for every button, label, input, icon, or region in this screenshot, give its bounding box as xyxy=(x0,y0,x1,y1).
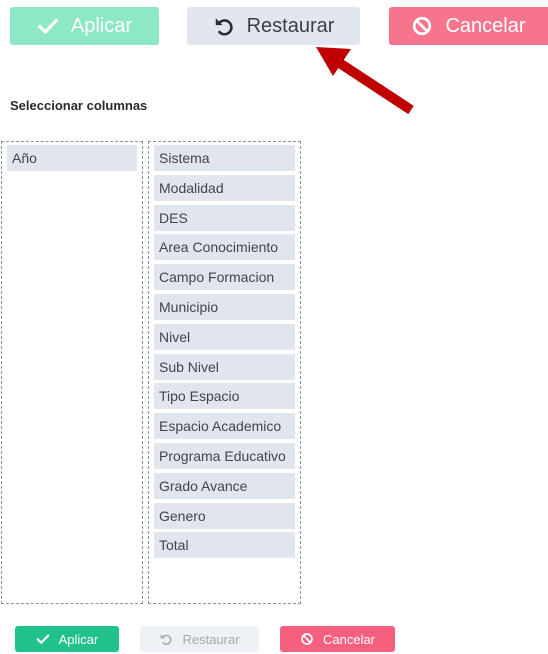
undo-icon xyxy=(159,632,173,646)
column-item[interactable]: Sistema xyxy=(153,144,296,172)
column-item[interactable]: Año xyxy=(6,144,138,172)
selected-columns-list[interactable]: Año xyxy=(1,141,143,604)
column-item[interactable]: Espacio Academico xyxy=(153,412,296,441)
restore-button[interactable]: Restaurar xyxy=(187,7,360,45)
cancel-button[interactable]: Cancelar xyxy=(389,7,548,45)
apply-button-label: Aplicar xyxy=(70,14,133,37)
column-item[interactable]: Municipio xyxy=(153,292,296,321)
apply-button[interactable]: Aplicar xyxy=(10,7,159,45)
column-item[interactable]: Programa Educativo xyxy=(153,441,296,470)
restore-button-label: Restaurar xyxy=(246,14,335,37)
column-item[interactable]: Grado Avance xyxy=(153,471,296,500)
column-item[interactable]: Area Conocimiento xyxy=(153,233,296,262)
ban-icon xyxy=(411,15,433,37)
cancel-button-label: Cancelar xyxy=(445,14,526,37)
check-icon xyxy=(37,15,59,37)
bottom-apply-button[interactable]: Aplicar xyxy=(15,626,119,652)
bottom-apply-label: Aplicar xyxy=(58,631,99,647)
available-columns-list[interactable]: Sistema Modalidad DES Area Conocimiento Camp… xyxy=(148,141,301,604)
bottom-cancel-button[interactable]: Cancelar xyxy=(280,626,395,652)
check-icon xyxy=(36,632,50,646)
column-item[interactable]: Campo Formacion xyxy=(153,263,296,292)
bottom-cancel-label: Cancelar xyxy=(322,631,376,647)
bottom-restore-button[interactable]: Restaurar xyxy=(140,626,259,652)
column-item[interactable]: Total xyxy=(153,531,296,560)
column-item[interactable]: Nivel xyxy=(153,322,296,351)
column-item[interactable]: Genero xyxy=(153,501,296,530)
column-item[interactable]: Sub Nivel xyxy=(153,352,296,381)
section-heading: Seleccionar columnas xyxy=(10,98,148,113)
column-item[interactable]: DES xyxy=(153,203,296,232)
column-item[interactable]: Modalidad xyxy=(153,173,296,202)
bottom-restore-label: Restaurar xyxy=(182,631,240,647)
undo-icon xyxy=(213,15,235,37)
ban-icon xyxy=(300,632,314,646)
column-item[interactable]: Tipo Espacio xyxy=(153,382,296,411)
